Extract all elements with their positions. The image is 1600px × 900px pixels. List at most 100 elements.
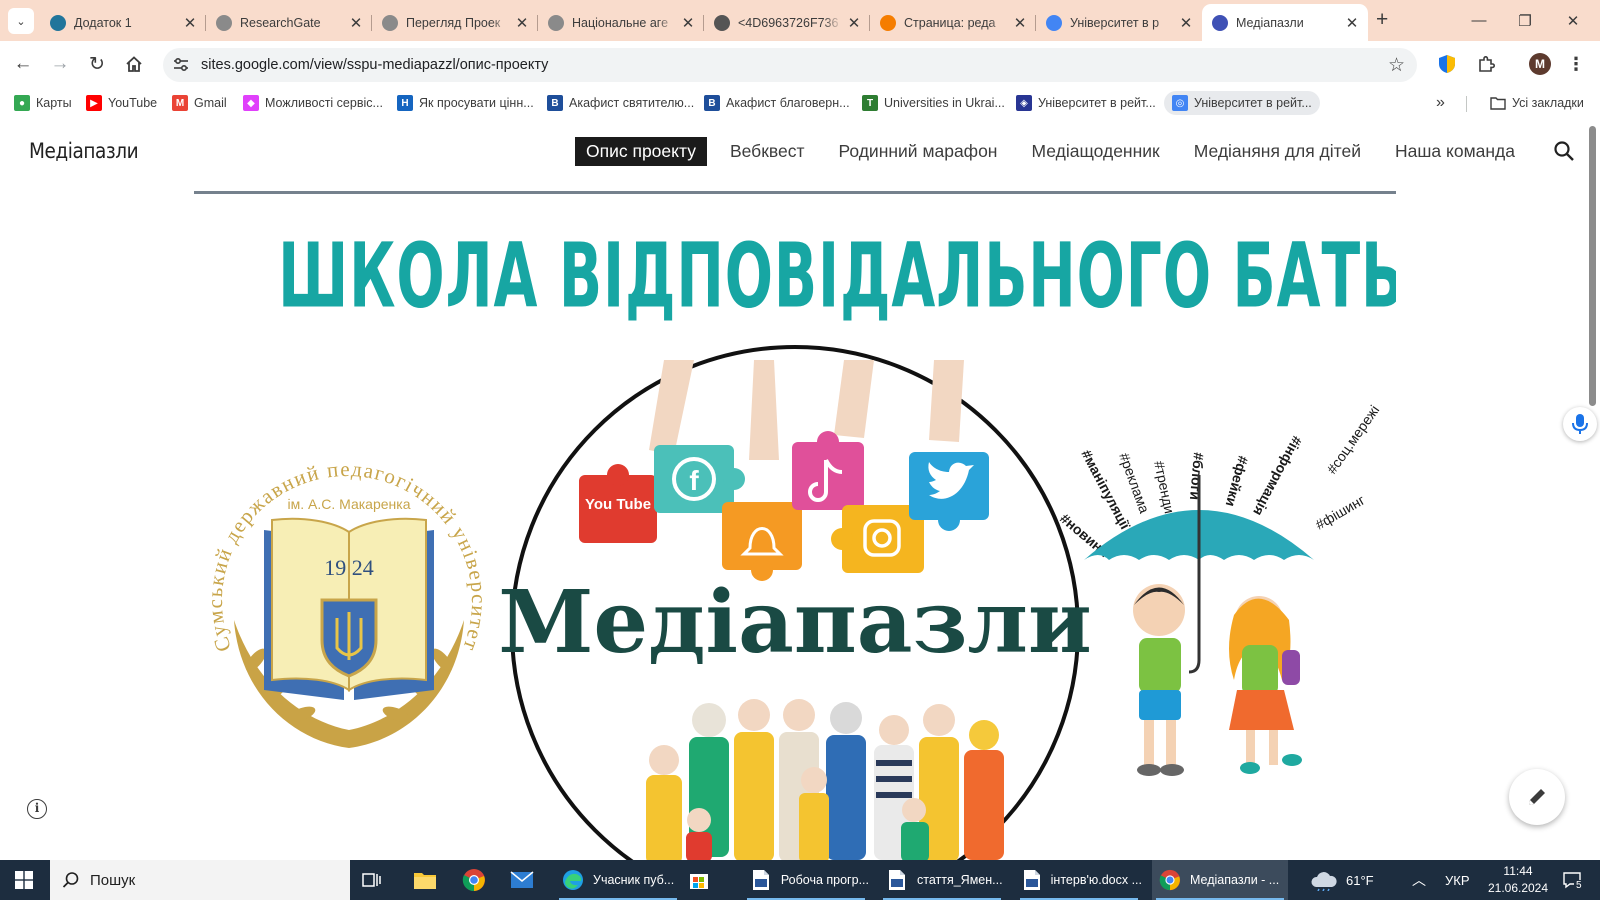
browser-tab[interactable]: Страница: реда ✕ <box>869 6 1036 39</box>
bookmark-item[interactable]: ● Карты <box>14 91 72 115</box>
svg-text:f: f <box>689 465 699 496</box>
tab-search-button[interactable]: ⌄ <box>8 8 34 34</box>
site-nav-item[interactable]: Медіаняня для дітей <box>1183 137 1372 166</box>
address-bar[interactable]: sites.google.com/view/sspu-mediapazzl/оп… <box>163 48 1417 82</box>
tab-close-icon[interactable]: ✕ <box>680 14 696 32</box>
browser-tab[interactable]: Медіапазли ✕ <box>1202 4 1368 41</box>
bookmark-star-icon[interactable]: ☆ <box>1388 54 1405 77</box>
mail-button[interactable] <box>510 860 534 900</box>
taskbar-search[interactable]: Пошук <box>50 860 350 900</box>
taskbar-app[interactable]: Медіапазли - ... <box>1152 860 1288 900</box>
browser-tab[interactable]: Національне аге ✕ <box>537 6 704 39</box>
extensions-puzzle-icon[interactable] <box>1473 51 1499 77</box>
all-bookmarks-button[interactable]: Усі закладки <box>1490 91 1584 115</box>
bookmark-item[interactable]: ◈ Університет в рейт... <box>1016 91 1156 115</box>
new-tab-button[interactable]: + <box>1376 9 1388 30</box>
taskbar-app[interactable]: Учасник пуб... <box>555 860 681 900</box>
tab-close-icon[interactable]: ✕ <box>514 14 530 32</box>
taskbar-app[interactable]: інтерв'ю.docx ... <box>1016 860 1142 900</box>
site-info-button[interactable]: i <box>27 799 47 819</box>
site-nav-item[interactable]: Вебквест <box>719 137 816 166</box>
back-button[interactable]: ← <box>10 51 36 77</box>
taskbar-app[interactable]: Робоча прогр... <box>743 860 869 900</box>
browser-menu-icon[interactable]: ⋮ <box>1563 51 1589 77</box>
home-button[interactable] <box>121 51 147 77</box>
language-indicator[interactable]: УКР <box>1445 860 1470 900</box>
gmail-icon: M <box>172 95 188 111</box>
url-text[interactable]: sites.google.com/view/sspu-mediapazzl/оп… <box>201 57 548 73</box>
site-info-icon[interactable] <box>171 55 191 75</box>
scroll-thumb[interactable] <box>1589 126 1596 406</box>
browser-toolbar: ← → ↻ sites.google.com/view/sspu-mediapa… <box>0 41 1600 86</box>
site-nav-item[interactable]: Родинний марафон <box>827 137 1008 166</box>
page-scrollbar[interactable] <box>1585 120 1600 860</box>
site-nav-item[interactable]: Наша команда <box>1384 137 1526 166</box>
browser-tab[interactable]: Додаток 1 ✕ <box>40 6 206 39</box>
bookmark-label: Акафист благоверн... <box>726 96 850 110</box>
minimize-button[interactable]: — <box>1456 0 1502 41</box>
chrome-pinned-button[interactable] <box>462 860 486 900</box>
bookmark-item[interactable]: ▶ YouTube <box>86 91 157 115</box>
site-search-icon[interactable] <box>1553 140 1577 164</box>
edit-page-button[interactable] <box>1509 769 1565 825</box>
browser-tab[interactable]: <4D6963726F736 ✕ <box>703 6 870 39</box>
logo-subtitle: ім. А.С. Макаренка <box>288 496 411 512</box>
emblem-title: Медіапазли <box>498 572 1092 673</box>
tab-close-icon[interactable]: ✕ <box>1178 14 1194 32</box>
browser-tab[interactable]: ResearchGate ✕ <box>205 6 372 39</box>
reload-button[interactable]: ↻ <box>84 51 110 77</box>
browser-tab[interactable]: Перегляд Проек ✕ <box>371 6 538 39</box>
start-button[interactable] <box>0 860 48 900</box>
gallery-icon: ◆ <box>243 95 259 111</box>
bookmark-item[interactable]: T Universities in Ukrai... <box>862 91 1005 115</box>
restore-button[interactable]: ❐ <box>1502 0 1548 41</box>
chevron-down-icon: ⌄ <box>16 15 26 28</box>
tab-close-icon[interactable]: ✕ <box>1012 14 1028 32</box>
google-sites-icon: ◎ <box>1172 95 1188 111</box>
profile-avatar[interactable]: M <box>1527 51 1553 77</box>
tab-close-icon[interactable]: ✕ <box>348 14 364 32</box>
site-nav-item[interactable]: Опис проекту <box>575 137 707 166</box>
tab-close-icon[interactable]: ✕ <box>1344 14 1360 32</box>
windows-taskbar: Пошук Учасник пуб... Робоча прогр... статт… <box>0 860 1600 900</box>
tab-close-icon[interactable]: ✕ <box>846 14 862 32</box>
close-window-button[interactable]: ✕ <box>1550 0 1596 41</box>
file-explorer-button[interactable] <box>413 860 437 900</box>
browser-tab-strip: ⌄ Додаток 1 ✕ ResearchGate ✕ Перегляд Проек ✕… <box>0 0 1600 41</box>
close-icon: ✕ <box>1566 12 1580 30</box>
site-nav-item[interactable]: Медіащоденник <box>1020 137 1170 166</box>
chrome-icon <box>462 869 485 892</box>
taskbar-app[interactable]: стаття_Ямен... <box>879 860 1005 900</box>
bookmark-label: Університет в рейт... <box>1038 96 1156 110</box>
forward-button[interactable]: → <box>47 51 73 77</box>
extension-shield-icon[interactable] <box>1434 51 1460 77</box>
bookmark-item[interactable]: B Акафист святителю... <box>547 91 694 115</box>
bookmark-divider <box>1466 96 1467 112</box>
word-doc-icon <box>1022 868 1043 892</box>
voice-input-button[interactable] <box>1563 407 1597 441</box>
bookmark-item[interactable]: ◆ Можливості сервіс... <box>243 91 383 115</box>
store-button[interactable] <box>688 860 710 900</box>
bookmark-item[interactable]: H Як просувати цінн... <box>397 91 534 115</box>
weather-widget[interactable]: 61°F <box>1310 860 1374 900</box>
tab-close-icon[interactable]: ✕ <box>182 14 198 32</box>
bookmark-item[interactable]: M Gmail <box>172 91 227 115</box>
b-icon: B <box>547 95 563 111</box>
tray-overflow-icon[interactable]: ︿ <box>1412 860 1426 900</box>
shield-icon: ◈ <box>1016 95 1032 111</box>
bookmark-label: Акафист святителю... <box>569 96 695 110</box>
reload-icon: ↻ <box>89 53 105 75</box>
taskbar-app-label: Учасник пуб... <box>593 873 675 887</box>
browser-tab[interactable]: Університет в р ✕ <box>1035 6 1202 39</box>
youtube-puzzle-label: You Tube <box>585 496 651 513</box>
hashtag: #фішинг <box>1313 492 1368 533</box>
task-view-button[interactable] <box>362 860 382 900</box>
system-clock[interactable]: 11:44 21.06.2024 <box>1478 860 1558 900</box>
tab-title: Медіапазли <box>1236 15 1304 30</box>
notifications-button[interactable]: 5 <box>1562 860 1584 900</box>
bookmark-item[interactable]: B Акафист благоверн... <box>704 91 850 115</box>
store-icon <box>690 874 708 889</box>
bookmark-item[interactable]: ◎ Університет в рейт... <box>1164 91 1320 115</box>
site-title[interactable]: Медіапазли <box>29 139 139 163</box>
more-bookmarks-button[interactable]: » <box>1436 91 1445 115</box>
